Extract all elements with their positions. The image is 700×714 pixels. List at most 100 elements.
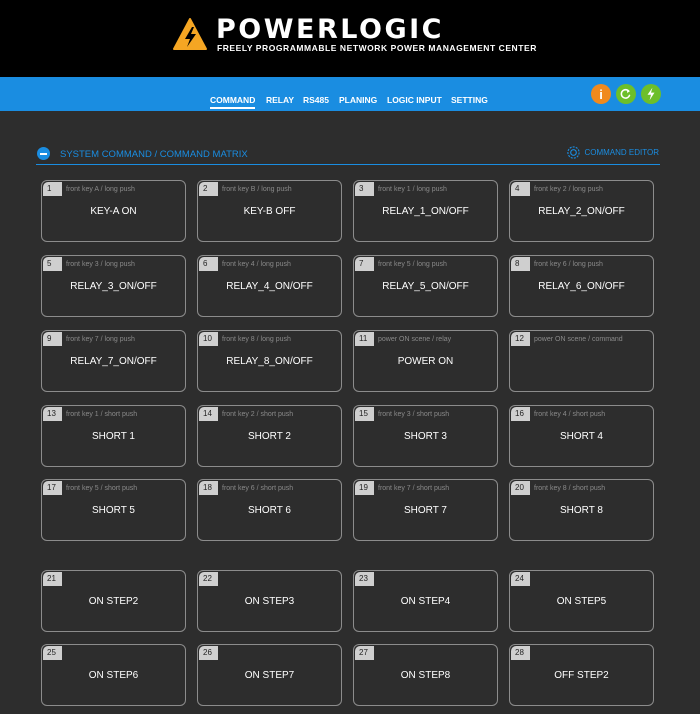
nav-command[interactable]: COMMAND [210,95,256,109]
command-cell-23[interactable]: 23 ON STEP4 [353,570,498,632]
command-cell-3[interactable]: 3 front key 1 / long push RELAY_1_ON/OFF [353,180,498,242]
nav-planing[interactable]: PLANING [339,95,377,106]
command-number: 25 [43,646,62,660]
command-number: 20 [511,481,530,495]
command-cell-18[interactable]: 18 front key 6 / short push SHORT 6 [197,479,342,541]
command-cell-7[interactable]: 7 front key 5 / long push RELAY_5_ON/OFF [353,255,498,317]
command-label: SHORT 2 [248,431,291,442]
command-cell-1[interactable]: 1 front key A / long push KEY-A ON [41,180,186,242]
command-label: ON STEP3 [244,596,295,607]
collapse-minus-icon[interactable] [37,147,50,160]
command-trigger-hint: front key 2 / short push [222,411,294,418]
command-cell-17[interactable]: 17 front key 5 / short push SHORT 5 [41,479,186,541]
command-number: 9 [43,332,62,346]
command-number: 2 [199,182,218,196]
command-label: SHORT 3 [404,431,447,442]
info-button[interactable]: i [591,84,611,104]
section-header: SYSTEM COMMAND / COMMAND MATRIX COMMAND … [36,143,660,165]
gear-icon [567,146,581,159]
command-cell-13[interactable]: 13 front key 1 / short push SHORT 1 [41,405,186,467]
command-cell-24[interactable]: 24 ON STEP5 [509,570,654,632]
command-cell-28[interactable]: 28 OFF STEP2 [509,644,654,706]
command-cell-22[interactable]: 22 ON STEP3 [197,570,342,632]
command-trigger-hint: front key 6 / short push [222,485,294,492]
command-cell-16[interactable]: 16 front key 4 / short push SHORT 4 [509,405,654,467]
command-number: 14 [199,407,218,421]
command-cell-8[interactable]: 8 front key 6 / long push RELAY_6_ON/OFF [509,255,654,317]
command-number: 6 [199,257,218,271]
command-label: SHORT 4 [560,431,603,442]
command-cell-2[interactable]: 2 front key B / long push KEY-B OFF [197,180,342,242]
command-cell-20[interactable]: 20 front key 8 / short push SHORT 8 [509,479,654,541]
command-trigger-hint: front key 5 / short push [66,485,138,492]
section-title: SYSTEM COMMAND / COMMAND MATRIX [60,149,248,160]
command-number: 5 [43,257,62,271]
command-number: 21 [43,572,62,586]
app-header: POWERLOGIC FREELY PROGRAMMABLE NETWORK P… [0,0,700,77]
command-label: SHORT 1 [92,431,135,442]
command-number: 16 [511,407,530,421]
command-label: ON STEP2 [88,596,139,607]
command-trigger-hint: front key A / long push [66,186,135,193]
command-label: RELAY_5_ON/OFF [382,281,469,292]
command-label: OFF STEP2 [554,670,609,681]
command-number: 13 [43,407,62,421]
command-editor-label: COMMAND EDITOR [584,147,659,157]
command-cell-21[interactable]: 21 ON STEP2 [41,570,186,632]
command-number: 22 [199,572,218,586]
command-number: 8 [511,257,530,271]
command-cell-5[interactable]: 5 front key 3 / long push RELAY_3_ON/OFF [41,255,186,317]
command-label: SHORT 8 [560,505,603,516]
command-cell-10[interactable]: 10 front key 8 / long push RELAY_8_ON/OFF [197,330,342,392]
command-number: 28 [511,646,530,660]
command-cell-11[interactable]: 11 power ON scene / relay POWER ON [353,330,498,392]
command-cell-9[interactable]: 9 front key 7 / long push RELAY_7_ON/OFF [41,330,186,392]
command-cell-15[interactable]: 15 front key 3 / short push SHORT 3 [353,405,498,467]
command-cell-25[interactable]: 25 ON STEP6 [41,644,186,706]
command-trigger-hint: front key 8 / short push [534,485,606,492]
command-cell-4[interactable]: 4 front key 2 / long push RELAY_2_ON/OFF [509,180,654,242]
command-label: SHORT 6 [248,505,291,516]
command-number: 19 [355,481,374,495]
command-trigger-hint: front key 4 / long push [222,261,291,268]
command-cell-6[interactable]: 6 front key 4 / long push RELAY_4_ON/OFF [197,255,342,317]
command-trigger-hint: front key 1 / short push [66,411,138,418]
command-number: 26 [199,646,218,660]
command-label: ON STEP7 [244,670,295,681]
command-cell-27[interactable]: 27 ON STEP8 [353,644,498,706]
command-number: 3 [355,182,374,196]
command-trigger-hint: front key 3 / long push [66,261,135,268]
command-label: RELAY_3_ON/OFF [70,281,157,292]
command-label: SHORT 5 [92,505,135,516]
command-number: 24 [511,572,530,586]
command-cell-12[interactable]: 12 power ON scene / command [509,330,654,392]
power-button[interactable] [641,84,661,104]
command-trigger-hint: power ON scene / relay [378,336,452,343]
command-trigger-hint: front key 6 / long push [534,261,603,268]
nav-rs485[interactable]: RS485 [303,95,329,106]
command-number: 27 [355,646,374,660]
power-bolt-icon [647,87,655,101]
nav-logic-input[interactable]: LOGIC INPUT [387,95,442,106]
refresh-button[interactable] [616,84,636,104]
command-editor-link[interactable]: COMMAND EDITOR [566,145,659,160]
command-label: RELAY_2_ON/OFF [538,206,625,217]
command-label: RELAY_4_ON/OFF [226,281,313,292]
command-number: 18 [199,481,218,495]
command-trigger-hint: front key 1 / long push [378,186,447,193]
command-trigger-hint: power ON scene / command [534,336,623,343]
command-number: 4 [511,182,530,196]
command-cell-19[interactable]: 19 front key 7 / short push SHORT 7 [353,479,498,541]
command-label: KEY-A ON [90,206,137,217]
command-cell-14[interactable]: 14 front key 2 / short push SHORT 2 [197,405,342,467]
command-trigger-hint: front key 2 / long push [534,186,603,193]
command-label: RELAY_1_ON/OFF [382,206,469,217]
command-label: ON STEP6 [88,670,139,681]
nav-relay[interactable]: RELAY [266,95,294,106]
command-label: ON STEP5 [556,596,607,607]
command-number: 15 [355,407,374,421]
nav-setting[interactable]: SETTING [451,95,488,106]
command-cell-26[interactable]: 26 ON STEP7 [197,644,342,706]
command-number: 23 [355,572,374,586]
command-number: 12 [511,332,530,346]
